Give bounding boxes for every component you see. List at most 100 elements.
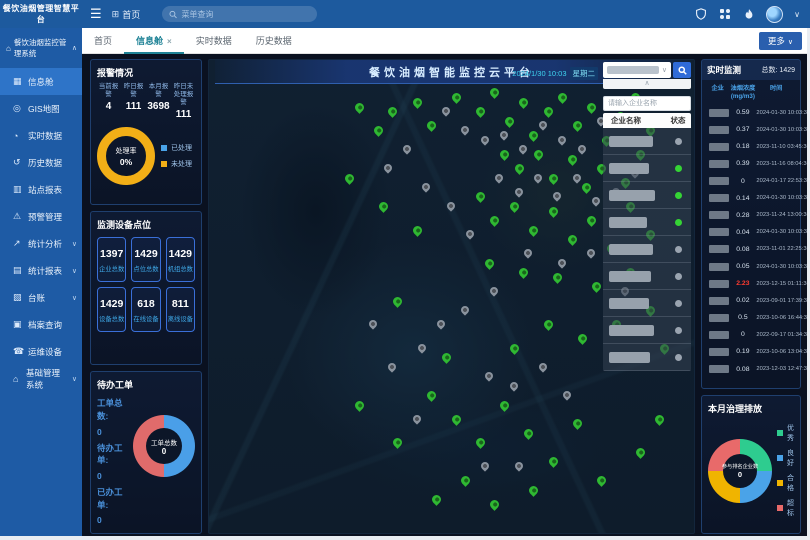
map-pin-offline[interactable] xyxy=(484,371,495,382)
map-pin-offline[interactable] xyxy=(367,318,378,329)
close-tab-icon[interactable]: × xyxy=(167,37,172,46)
map-pin-online[interactable] xyxy=(556,91,569,104)
map-pin-online[interactable] xyxy=(391,437,404,450)
map-pin-online[interactable] xyxy=(425,389,438,402)
realtime-row[interactable]: 0.052024-01-30 10:03:30 xyxy=(706,258,796,275)
sidebar-group-header[interactable]: ⌂ 餐饮油烟监控管理系统 ∧ xyxy=(0,28,82,68)
map-pin-offline[interactable] xyxy=(464,229,475,240)
map-pin-online[interactable] xyxy=(503,115,516,128)
company-row[interactable] xyxy=(603,317,691,344)
map-pin-offline[interactable] xyxy=(576,143,587,154)
map-pin-offline[interactable] xyxy=(421,181,432,192)
map-pin-offline[interactable] xyxy=(416,342,427,353)
map-pin-offline[interactable] xyxy=(532,172,543,183)
realtime-row[interactable]: 0.142024-01-30 10:03:30 xyxy=(706,190,796,207)
map-pin-offline[interactable] xyxy=(401,143,412,154)
map-pin-offline[interactable] xyxy=(518,143,529,154)
map-pin-online[interactable] xyxy=(411,224,424,237)
sidebar-item-实时数据[interactable]: ◔实时数据 xyxy=(0,122,82,149)
realtime-row[interactable]: 0.592024-01-30 10:03:30 xyxy=(706,104,796,121)
realtime-row[interactable]: 02022-09-17 01:34:30 xyxy=(706,326,796,343)
company-name-input[interactable] xyxy=(603,96,691,111)
map-pin-online[interactable] xyxy=(551,271,564,284)
map-pin-offline[interactable] xyxy=(586,248,597,259)
map-pin-online[interactable] xyxy=(547,455,560,468)
map-pin-online[interactable] xyxy=(425,120,438,133)
tab-首页[interactable]: 首页 xyxy=(82,28,124,54)
realtime-row[interactable]: 0.182023-11-10 03:45:30 xyxy=(706,138,796,155)
menu-search-input[interactable] xyxy=(181,10,310,19)
map-pin-offline[interactable] xyxy=(460,304,471,315)
map-pin-offline[interactable] xyxy=(523,248,534,259)
realtime-row[interactable]: 0.022023-09-01 17:39:30 xyxy=(706,292,796,309)
map-pin-online[interactable] xyxy=(522,427,535,440)
user-avatar[interactable] xyxy=(766,6,783,23)
map-pin-online[interactable] xyxy=(474,191,487,204)
map-pin-online[interactable] xyxy=(377,200,390,213)
map-pin-online[interactable] xyxy=(590,280,603,293)
realtime-row[interactable]: 0.042024-01-30 10:03:30 xyxy=(706,224,796,241)
sidebar-item-预警管理[interactable]: ⚠预警管理 xyxy=(0,203,82,230)
hamburger-menu-icon[interactable]: ☰ xyxy=(90,6,102,22)
map-pin-offline[interactable] xyxy=(445,200,456,211)
map-pin-online[interactable] xyxy=(498,399,511,412)
map-pin-online[interactable] xyxy=(576,332,589,345)
map-pin-online[interactable] xyxy=(488,498,501,511)
sidebar-item-档案查询[interactable]: ▣档案查询 xyxy=(0,311,82,338)
map-pin-online[interactable] xyxy=(527,129,540,142)
apps-grid-icon[interactable] xyxy=(718,8,731,21)
map-pin-online[interactable] xyxy=(372,124,385,137)
map-pin-online[interactable] xyxy=(474,437,487,450)
map-pin-offline[interactable] xyxy=(590,195,601,206)
map-pin-online[interactable] xyxy=(387,105,400,118)
map-pin-offline[interactable] xyxy=(513,460,524,471)
map-pin-offline[interactable] xyxy=(508,380,519,391)
map-pin-online[interactable] xyxy=(542,318,555,331)
map-pin-online[interactable] xyxy=(508,342,521,355)
tab-信息舱[interactable]: 信息舱× xyxy=(124,28,184,54)
map-pin-online[interactable] xyxy=(440,351,453,364)
realtime-row[interactable]: 0.282023-11-24 13:00:30 xyxy=(706,207,796,224)
map-pin-online[interactable] xyxy=(353,399,366,412)
map-pin-online[interactable] xyxy=(542,105,555,118)
map-pin-offline[interactable] xyxy=(435,318,446,329)
sidebar-item-站点报表[interactable]: ▥站点报表 xyxy=(0,176,82,203)
flame-icon[interactable] xyxy=(742,8,755,21)
realtime-row[interactable]: 2.232023-12-15 01:11:30 xyxy=(706,275,796,292)
map-pin-online[interactable] xyxy=(450,413,463,426)
map-pin-offline[interactable] xyxy=(537,120,548,131)
map-pin-online[interactable] xyxy=(411,96,424,109)
map-pin-online[interactable] xyxy=(450,91,463,104)
company-row[interactable] xyxy=(603,344,691,371)
map-pin-online[interactable] xyxy=(585,214,598,227)
map-pin-online[interactable] xyxy=(518,96,531,109)
user-menu-chevron-icon[interactable]: ∨ xyxy=(794,10,800,19)
map-pin-online[interactable] xyxy=(566,233,579,246)
map-pin-online[interactable] xyxy=(585,101,598,114)
map-pin-offline[interactable] xyxy=(493,172,504,183)
sidebar-item-历史数据[interactable]: ↺历史数据 xyxy=(0,149,82,176)
company-row[interactable] xyxy=(603,290,691,317)
menu-search-box[interactable] xyxy=(162,6,317,22)
map-pin-offline[interactable] xyxy=(382,162,393,173)
company-row[interactable] xyxy=(603,155,691,182)
realtime-row[interactable]: 0.52023-10-06 16:44:30 xyxy=(706,309,796,326)
map-pin-online[interactable] xyxy=(474,105,487,118)
company-row[interactable] xyxy=(603,263,691,290)
company-row[interactable] xyxy=(603,209,691,236)
map-pin-online[interactable] xyxy=(508,200,521,213)
map-pin-offline[interactable] xyxy=(411,413,422,424)
map-pin-offline[interactable] xyxy=(498,129,509,140)
map-pin-online[interactable] xyxy=(343,172,356,185)
company-row[interactable] xyxy=(603,182,691,209)
realtime-row[interactable]: 0.082023-11-01 22:25:30 xyxy=(706,241,796,258)
map-pin-offline[interactable] xyxy=(537,361,548,372)
map-pin-offline[interactable] xyxy=(460,125,471,136)
map-pin-offline[interactable] xyxy=(557,257,568,268)
map-pin-online[interactable] xyxy=(459,474,472,487)
realtime-row[interactable]: 02024-01-17 22:53:30 xyxy=(706,173,796,190)
map-pin-online[interactable] xyxy=(527,224,540,237)
map-pin-online[interactable] xyxy=(547,205,560,218)
sidebar-item-GIS地图[interactable]: ◎GIS地图 xyxy=(0,95,82,122)
map-pin-online[interactable] xyxy=(571,120,584,133)
